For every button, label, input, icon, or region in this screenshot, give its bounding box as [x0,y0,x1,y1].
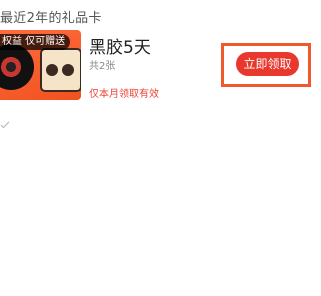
speaker-right-icon [62,64,74,76]
gift-card-page: 最近2年的礼品卡 权益 仅可赠送 黑胶5天 共2张 仅本月领取有效 立即领取 [0,0,321,296]
radio-icon [40,48,81,92]
section-header: 最近2年的礼品卡 [0,11,102,26]
gift-card-count: 共2张 [89,61,116,72]
vinyl-record-icon [0,44,34,90]
gift-card-validity-note: 仅本月领取有效 [89,89,159,100]
speaker-left-icon [46,64,58,76]
gift-card-item[interactable]: 权益 仅可赠送 黑胶5天 共2张 仅本月领取有效 立即领取 [0,30,321,110]
benefit-badge: 权益 仅可赠送 [0,34,71,50]
gift-card-title: 黑胶5天 [89,38,151,58]
gift-card-thumbnail[interactable]: 权益 仅可赠送 [0,30,81,100]
check-icon [0,121,10,129]
claim-button[interactable]: 立即领取 [236,52,299,76]
